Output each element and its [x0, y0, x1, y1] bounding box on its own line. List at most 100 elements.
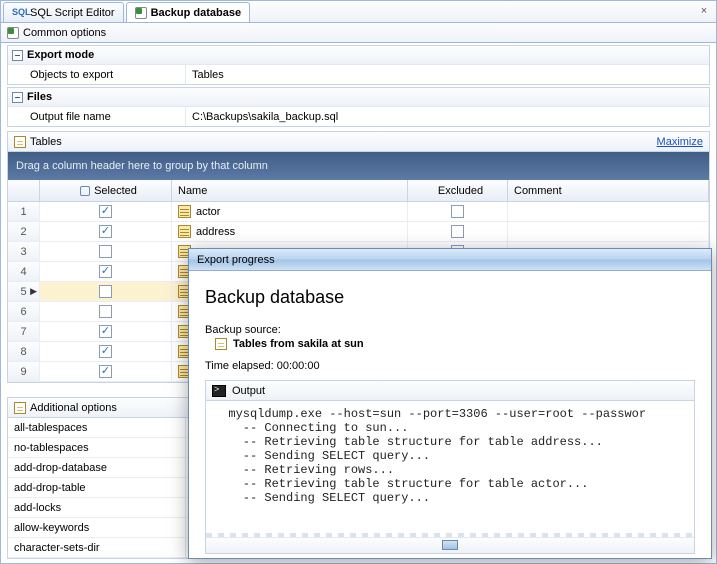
checkbox-icon[interactable]	[451, 225, 464, 238]
selected-cell[interactable]	[40, 242, 172, 261]
editor-tabbar: SQL SQL Script Editor Backup database ×	[1, 1, 716, 23]
checkbox-icon[interactable]: ✓	[99, 265, 112, 278]
options-icon	[7, 27, 19, 39]
dialog-titlebar[interactable]: Export progress	[189, 249, 711, 271]
column-headers: Selected Name Excluded Comment	[8, 180, 709, 202]
common-options-bar: Common options	[1, 23, 716, 43]
name-cell[interactable]: address	[172, 222, 408, 241]
table-row[interactable]: 2 ✓ address	[8, 222, 709, 242]
option-label: no-tablespaces	[8, 438, 186, 457]
time-elapsed-row: Time elapsed: 00:00:00	[205, 360, 695, 372]
section-title: Export mode	[27, 49, 94, 61]
objects-to-export-label: Objects to export	[8, 65, 186, 84]
backup-source-value: Tables from sakila at sun	[233, 338, 364, 350]
group-by-bar[interactable]: Drag a column header here to group by th…	[8, 152, 709, 180]
comment-cell[interactable]	[508, 222, 709, 241]
table-icon	[178, 225, 191, 238]
row-number: 5▶	[8, 282, 40, 301]
checkbox-icon[interactable]: ✓	[99, 345, 112, 358]
checkbox-icon[interactable]	[99, 285, 112, 298]
option-label: add-drop-table	[8, 478, 186, 497]
tables-panel-header: Tables Maximize	[7, 131, 710, 151]
excluded-cell[interactable]	[408, 202, 508, 221]
row-number: 9	[8, 362, 40, 381]
table-row[interactable]: 1 ✓ actor	[8, 202, 709, 222]
terminal-icon	[212, 385, 226, 397]
tab-sql-script-editor[interactable]: SQL SQL Script Editor	[3, 2, 124, 22]
output-panel: Output mysqldump.exe --host=sun --port=3…	[205, 380, 695, 554]
option-label: add-locks	[8, 498, 186, 517]
selected-cell[interactable]: ✓	[40, 202, 172, 221]
close-tab-button[interactable]: ×	[696, 3, 712, 19]
pin-icon	[80, 186, 90, 196]
checkbox-icon[interactable]: ✓	[99, 325, 112, 338]
selected-cell[interactable]: ✓	[40, 322, 172, 341]
options-grid-icon	[14, 402, 26, 414]
scrollbar-thumb[interactable]	[442, 540, 458, 550]
selected-cell[interactable]: ✓	[40, 222, 172, 241]
selected-cell[interactable]: ✓	[40, 362, 172, 381]
additional-options-title: Additional options	[30, 402, 117, 414]
collapse-icon[interactable]: –	[12, 92, 23, 103]
row-number: 3	[8, 242, 40, 261]
backup-source-value-row: Tables from sakila at sun	[215, 338, 695, 350]
row-number: 8	[8, 342, 40, 361]
col-comment[interactable]: Comment	[508, 180, 709, 201]
tables-title: Tables	[30, 136, 62, 148]
dialog-heading: Backup database	[205, 287, 695, 308]
output-console[interactable]: mysqldump.exe --host=sun --port=3306 --u…	[206, 401, 694, 533]
checkbox-icon[interactable]: ✓	[99, 365, 112, 378]
output-scrollbar[interactable]	[206, 537, 694, 553]
row-indicator-header	[8, 180, 40, 201]
files-section: – Files Output file name C:\Backups\saki…	[7, 87, 710, 127]
time-elapsed-value: 00:00:00	[277, 360, 320, 372]
tab-label: Backup database	[151, 7, 241, 19]
collapse-icon[interactable]: –	[12, 50, 23, 61]
export-mode-header[interactable]: – Export mode	[8, 46, 709, 64]
output-header: Output	[206, 381, 694, 401]
excluded-cell[interactable]	[408, 222, 508, 241]
tables-icon	[14, 136, 26, 148]
checkbox-icon[interactable]	[451, 205, 464, 218]
checkbox-icon[interactable]: ✓	[99, 225, 112, 238]
tab-label: SQL Script Editor	[30, 7, 115, 19]
export-progress-dialog: Export progress Backup database Backup s…	[188, 248, 712, 559]
files-header[interactable]: – Files	[8, 88, 709, 106]
output-title: Output	[232, 385, 265, 397]
row-number: 1	[8, 202, 40, 221]
option-label: allow-keywords	[8, 518, 186, 537]
tables-icon	[215, 338, 227, 350]
time-elapsed-label: Time elapsed:	[205, 360, 274, 372]
comment-cell[interactable]	[508, 202, 709, 221]
output-file-row[interactable]: Output file name C:\Backups\sakila_backu…	[8, 106, 709, 126]
checkbox-icon[interactable]	[99, 305, 112, 318]
section-title: Files	[27, 91, 52, 103]
objects-to-export-row[interactable]: Objects to export Tables	[8, 64, 709, 84]
dialog-title: Export progress	[197, 254, 275, 266]
name-cell[interactable]: actor	[172, 202, 408, 221]
output-file-value[interactable]: C:\Backups\sakila_backup.sql	[186, 107, 709, 126]
selected-cell[interactable]: ✓	[40, 342, 172, 361]
tab-backup-database[interactable]: Backup database	[126, 2, 250, 22]
col-name[interactable]: Name	[172, 180, 408, 201]
selected-cell[interactable]	[40, 282, 172, 301]
table-icon	[178, 205, 191, 218]
backup-source-label: Backup source:	[205, 324, 695, 336]
selected-cell[interactable]	[40, 302, 172, 321]
checkbox-icon[interactable]	[99, 245, 112, 258]
col-selected[interactable]: Selected	[40, 180, 172, 201]
option-label: add-drop-database	[8, 458, 186, 477]
row-number: 7	[8, 322, 40, 341]
common-options-label: Common options	[23, 27, 106, 39]
checkbox-icon[interactable]: ✓	[99, 205, 112, 218]
row-number: 4	[8, 262, 40, 281]
export-mode-section: – Export mode Objects to export Tables	[7, 45, 710, 85]
maximize-link[interactable]: Maximize	[657, 136, 703, 148]
selected-cell[interactable]: ✓	[40, 262, 172, 281]
row-number: 2	[8, 222, 40, 241]
objects-to-export-value[interactable]: Tables	[186, 65, 709, 84]
option-label: character-sets-dir	[8, 538, 186, 557]
backup-icon	[135, 7, 147, 19]
sql-icon: SQL	[12, 7, 26, 19]
col-excluded[interactable]: Excluded	[408, 180, 508, 201]
